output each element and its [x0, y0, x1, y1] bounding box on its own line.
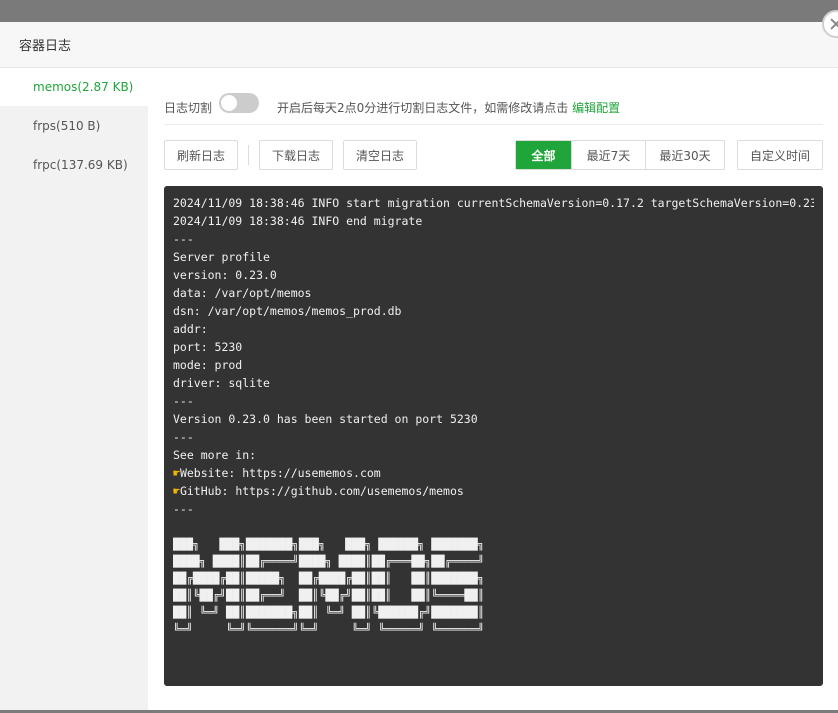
pointing-hand-icon: ☛ — [173, 466, 180, 480]
log-line: --- — [173, 500, 814, 518]
download-log-button[interactable]: 下载日志 — [259, 140, 333, 170]
log-rotation-toggle[interactable] — [219, 93, 259, 113]
log-output-panel[interactable]: 2024/11/09 18:38:46 INFO start migration… — [164, 186, 823, 686]
log-line: Version 0.23.0 has been started on port … — [173, 410, 814, 428]
ascii-art-line: ███╗ ███╗███████╗███╗ ███╗ ██████╗ █████… — [173, 538, 485, 551]
log-line-text: data: /var/opt/memos — [173, 286, 312, 300]
log-line-text: --- — [173, 232, 194, 246]
log-line-text: 2024/11/09 18:38:46 INFO end migrate — [173, 214, 423, 228]
log-blank-line — [173, 518, 814, 536]
ascii-art-line: ██╔████╔██║█████╗ ██╔████╔██║██║ ██║████… — [173, 572, 485, 585]
log-line: 2024/11/09 18:38:46 INFO start migration… — [173, 194, 814, 212]
log-line-text: Version 0.23.0 has been started on port … — [173, 412, 478, 426]
ascii-art-line: ╚═╝ ╚═╝╚══════╝╚═╝ ╚═╝ ╚═════╝ ╚══════╝ — [173, 623, 485, 636]
log-line-text: GitHub: https://github.com/usememos/memo… — [179, 484, 464, 498]
ascii-art-line: ██║ ╚═╝ ██║███████╗██║ ╚═╝ ██║╚██████╔╝█… — [173, 606, 485, 619]
log-line-text: --- — [173, 394, 194, 408]
range-all-tab[interactable]: 全部 — [516, 141, 572, 169]
custom-time-button[interactable]: 自定义时间 — [737, 140, 823, 170]
log-rotation-label: 日志切割 — [164, 101, 213, 115]
log-line: --- — [173, 428, 814, 446]
container-sidebar: memos(2.87 KB) frps(510 B) frpc(137.69 K… — [0, 68, 148, 710]
sidebar-item-label: memos(2.87 KB) — [33, 80, 134, 94]
log-line: dsn: /var/opt/memos/memos_prod.db — [173, 302, 814, 320]
log-line: 2024/11/09 18:38:46 INFO end migrate — [173, 212, 814, 230]
sidebar-item-frpc[interactable]: frpc(137.69 KB) — [0, 146, 148, 184]
log-line: mode: prod — [173, 356, 814, 374]
log-line-text: 2024/11/09 18:38:46 INFO start migration… — [173, 196, 814, 210]
log-lines: 2024/11/09 18:38:46 INFO start migration… — [173, 194, 814, 518]
log-line: version: 0.23.0 — [173, 266, 814, 284]
backdrop-bar — [0, 0, 838, 22]
dialog-header: 容器日志 — [0, 22, 838, 68]
log-line-text: driver: sqlite — [173, 376, 270, 390]
rotation-description-text: 开启后每天2点0分进行切割日志文件，如需修改请点击 — [277, 101, 569, 115]
log-line: ☛Website: https://usememos.com — [173, 464, 814, 482]
log-line: driver: sqlite — [173, 374, 814, 392]
log-line: Server profile — [173, 248, 814, 266]
pointing-hand-icon: ☛ — [173, 484, 180, 498]
toggle-knob — [221, 95, 237, 111]
range-30days-tab[interactable]: 最近30天 — [646, 141, 724, 169]
time-range-selector: 全部 最近7天 最近30天 — [515, 140, 725, 170]
log-line-text: version: 0.23.0 — [173, 268, 277, 282]
log-line: --- — [173, 230, 814, 248]
sidebar-item-frps[interactable]: frps(510 B) — [0, 107, 148, 145]
log-line: See more in: — [173, 446, 814, 464]
container-log-dialog: 容器日志 memos(2.87 KB) frps(510 B) frpc(137… — [0, 10, 838, 710]
ascii-art-banner: ███╗ ███╗███████╗███╗ ███╗ ██████╗ █████… — [173, 536, 814, 638]
log-line-text: port: 5230 — [173, 340, 243, 354]
sidebar-item-label: frps(510 B) — [33, 119, 101, 133]
log-line: --- — [173, 392, 814, 410]
refresh-log-button[interactable]: 刷新日志 — [164, 140, 238, 170]
sidebar-item-label: frpc(137.69 KB) — [33, 158, 128, 172]
toolbar-divider — [248, 145, 249, 165]
sidebar-item-memos[interactable]: memos(2.87 KB) — [0, 68, 148, 106]
log-line-text: Server profile — [173, 250, 270, 264]
log-line-text: addr: — [173, 322, 208, 336]
log-rotation-row: 日志切割 开启后每天2点0分进行切割日志文件，如需修改请点击 编辑配置 — [164, 90, 823, 125]
ascii-art-line: ██║╚██╔╝██║██╔══╝ ██║╚██╔╝██║██║ ██║╚═══… — [173, 589, 485, 602]
log-line-text: --- — [173, 430, 194, 444]
log-line: data: /var/opt/memos — [173, 284, 814, 302]
edit-config-link[interactable]: 编辑配置 — [572, 101, 620, 115]
log-line-text: See more in: — [173, 448, 257, 462]
ascii-art-line: ████╗ ████║██╔════╝████╗ ████║██╔═══██╗█… — [173, 555, 485, 568]
range-7days-tab[interactable]: 最近7天 — [572, 141, 646, 169]
log-line: ☛GitHub: https://github.com/usememos/mem… — [173, 482, 814, 500]
log-line: addr: — [173, 320, 814, 338]
log-line-text: Website: https://usememos.com — [179, 466, 381, 480]
log-line-text: dsn: /var/opt/memos/memos_prod.db — [173, 304, 402, 318]
dialog-title: 容器日志 — [19, 39, 72, 54]
log-rotation-description: 开启后每天2点0分进行切割日志文件，如需修改请点击 编辑配置 — [277, 99, 620, 116]
log-line-text: --- — [173, 502, 194, 516]
clear-log-button[interactable]: 清空日志 — [343, 140, 417, 170]
log-line: port: 5230 — [173, 338, 814, 356]
log-line-text: mode: prod — [173, 358, 243, 372]
